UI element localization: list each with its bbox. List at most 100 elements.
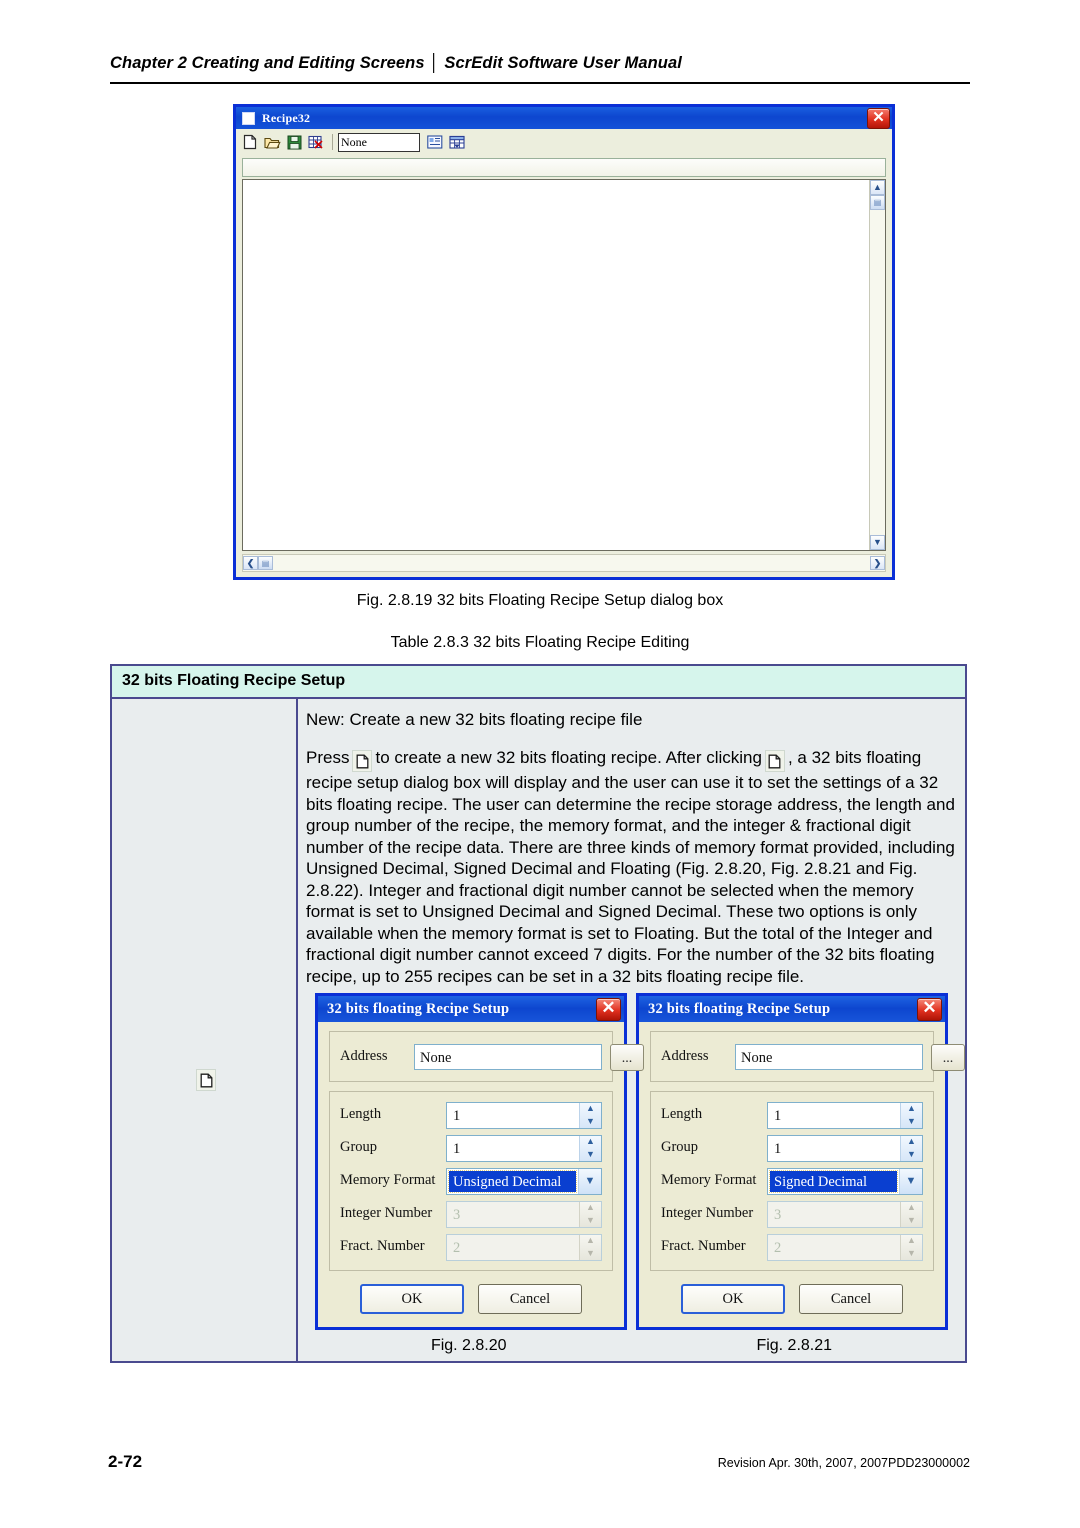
cancel-button[interactable]: Cancel [478, 1284, 582, 1314]
scroll-up-icon[interactable]: ▲ [870, 180, 885, 195]
ok-button[interactable]: OK [681, 1284, 785, 1314]
integer-number-value: 3 [453, 1206, 461, 1223]
length-value[interactable]: 1 [447, 1103, 579, 1128]
stepper-up-icon[interactable]: ▲ [901, 1136, 922, 1149]
address-browse-button[interactable]: ... [931, 1043, 965, 1071]
open-folder-icon[interactable] [261, 132, 283, 153]
properties-icon[interactable] [424, 132, 446, 153]
scroll-left-icon[interactable]: ❮ [243, 556, 258, 570]
stepper-down-icon[interactable]: ▼ [901, 1148, 922, 1161]
stepper-up-icon[interactable]: ▲ [580, 1103, 601, 1116]
horizontal-scrollbar[interactable]: ❮ ▤ ❯ [242, 554, 886, 572]
vertical-scrollbar[interactable]: ▲ ▤ ▼ [869, 180, 885, 550]
group-label: Group [340, 1139, 378, 1155]
document-page: Chapter 2 Creating and Editing Screens │… [0, 0, 1080, 1528]
integer-number-row: Integer Number 3 ▲ ▼ [661, 1199, 923, 1228]
length-stepper[interactable]: 1 ▲ ▼ [767, 1101, 923, 1129]
close-glyph: ✕ [601, 998, 616, 1017]
address-input[interactable]: None [414, 1043, 602, 1070]
scroll-down-icon[interactable]: ▼ [870, 535, 885, 550]
figure-label-2-8-20: Fig. 2.8.20 [430, 1337, 507, 1354]
length-value[interactable]: 1 [768, 1103, 900, 1128]
dialog-titlebar: 32 bits floating Recipe Setup ✕ [639, 996, 945, 1022]
stepper-arrows[interactable]: ▲ ▼ [579, 1102, 601, 1128]
memory-format-row: Memory Format Signed Decimal ▼ [661, 1166, 923, 1195]
memory-format-label: Memory Format [661, 1172, 757, 1188]
group-row: Group 1 ▲ ▼ [340, 1133, 602, 1162]
close-icon[interactable]: ✕ [596, 998, 621, 1021]
stepper-down-icon[interactable]: ▼ [901, 1115, 922, 1128]
length-stepper[interactable]: 1 ▲ ▼ [446, 1101, 602, 1129]
recipe32-entry-bar[interactable] [242, 158, 886, 177]
recipe32-canvas[interactable] [243, 180, 869, 550]
press-mid-label: to create a new 32 bits floating recipe.… [375, 747, 762, 767]
address-control: None ... [735, 1043, 965, 1071]
length-row: Length 1 ▲ ▼ [340, 1100, 602, 1129]
address-field[interactable]: None [338, 132, 420, 152]
description-text: New: Create a new 32 bits floating recip… [306, 709, 957, 987]
group-stepper[interactable]: 1 ▲ ▼ [446, 1134, 602, 1162]
address-group: Address None ... [650, 1031, 965, 1082]
ok-button[interactable]: OK [360, 1284, 464, 1314]
close-icon[interactable]: ✕ [867, 108, 890, 129]
group-value[interactable]: 1 [447, 1136, 579, 1161]
recipe32-grid-area: ▲ ▤ ▼ [242, 179, 886, 551]
memory-format-value[interactable]: Unsigned Decimal [448, 1169, 577, 1193]
stepper-arrows: ▲ ▼ [579, 1234, 601, 1260]
group-row: Group 1 ▲ ▼ [661, 1133, 923, 1162]
save-disk-icon[interactable] [283, 132, 305, 153]
recipe32-toolbar: None [236, 129, 892, 155]
memory-format-value[interactable]: Signed Decimal [769, 1169, 898, 1193]
group-stepper[interactable]: 1 ▲ ▼ [767, 1134, 923, 1162]
vertical-scroll-thumb[interactable]: ▤ [870, 195, 885, 210]
table-cell-description: New: Create a new 32 bits floating recip… [298, 699, 965, 1361]
table-row: New: Create a new 32 bits floating recip… [112, 699, 965, 1361]
group-value[interactable]: 1 [768, 1136, 900, 1161]
settings-group: Length 1 ▲ ▼ [329, 1091, 613, 1271]
close-glyph: ✕ [872, 109, 885, 126]
chevron-down-icon[interactable]: ▼ [578, 1168, 601, 1194]
stepper-arrows[interactable]: ▲ ▼ [900, 1102, 922, 1128]
stepper-down-icon: ▼ [907, 1214, 916, 1225]
length-label: Length [661, 1106, 703, 1122]
length-control: 1 ▲ ▼ [446, 1101, 602, 1129]
page-number: 2-72 [108, 1452, 143, 1471]
grid-table-icon[interactable] [446, 132, 468, 153]
group-control: 1 ▲ ▼ [767, 1134, 923, 1162]
press-label: Press [306, 747, 350, 767]
memory-format-select[interactable]: Signed Decimal ▼ [767, 1167, 923, 1195]
stepper-up-icon[interactable]: ▲ [901, 1103, 922, 1116]
stepper-down-icon: ▼ [907, 1247, 916, 1258]
dialog-buttons: OK Cancel [329, 1280, 613, 1317]
memory-format-control: Unsigned Decimal ▼ [446, 1167, 602, 1195]
stepper-arrows[interactable]: ▲ ▼ [900, 1135, 922, 1161]
dialog-buttons: OK Cancel [650, 1280, 934, 1317]
stepper-arrows: ▲ ▼ [900, 1234, 922, 1260]
stepper-down-icon[interactable]: ▼ [580, 1115, 601, 1128]
revision-info: Revision Apr. 30th, 2007, 2007PDD2300000… [717, 1456, 970, 1470]
stepper-up-icon[interactable]: ▲ [580, 1136, 601, 1149]
scroll-right-icon[interactable]: ❯ [870, 556, 885, 570]
memory-format-control: Signed Decimal ▼ [767, 1167, 923, 1195]
page-header: Chapter 2 Creating and Editing Screens │… [110, 54, 970, 73]
horizontal-scroll-thumb[interactable]: ▤ [258, 556, 273, 570]
close-icon[interactable]: ✕ [917, 998, 942, 1021]
new-document-icon[interactable] [239, 132, 261, 153]
stepper-arrows[interactable]: ▲ ▼ [579, 1135, 601, 1161]
memory-format-select[interactable]: Unsigned Decimal ▼ [446, 1167, 602, 1195]
address-browse-button[interactable]: ... [610, 1043, 644, 1071]
dialog-title: 32 bits floating Recipe Setup [648, 1000, 831, 1017]
dialog-group: 32 bits floating Recipe Setup ✕ Address [306, 993, 965, 1330]
stepper-down-icon[interactable]: ▼ [580, 1148, 601, 1161]
window-icon [242, 111, 255, 125]
address-input[interactable]: None [735, 1043, 923, 1070]
chevron-down-icon[interactable]: ▼ [899, 1168, 922, 1194]
delete-table-icon[interactable] [305, 132, 327, 153]
length-control: 1 ▲ ▼ [767, 1101, 923, 1129]
integer-number-row: Integer Number 3 ▲ ▼ [340, 1199, 602, 1228]
fract-number-row: Fract. Number 2 ▲ ▼ [661, 1232, 923, 1261]
dialog-titlebar: 32 bits floating Recipe Setup ✕ [318, 996, 624, 1022]
integer-number-control: 3 ▲ ▼ [767, 1200, 923, 1228]
cancel-button[interactable]: Cancel [799, 1284, 903, 1314]
dialog-title: 32 bits floating Recipe Setup [327, 1000, 510, 1017]
